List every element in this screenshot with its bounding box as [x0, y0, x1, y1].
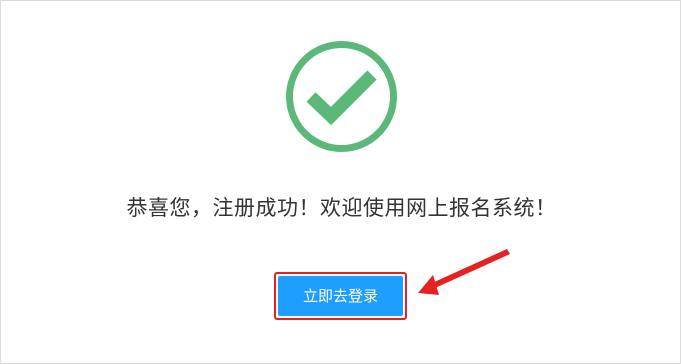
- check-circle-icon: [286, 41, 397, 152]
- success-message: 恭喜您，注册成功！欢迎使用网上报名系统！: [126, 196, 557, 220]
- login-now-button[interactable]: 立即去登录: [278, 276, 403, 316]
- success-panel: 恭喜您，注册成功！欢迎使用网上报名系统！ 立即去登录: [0, 0, 681, 364]
